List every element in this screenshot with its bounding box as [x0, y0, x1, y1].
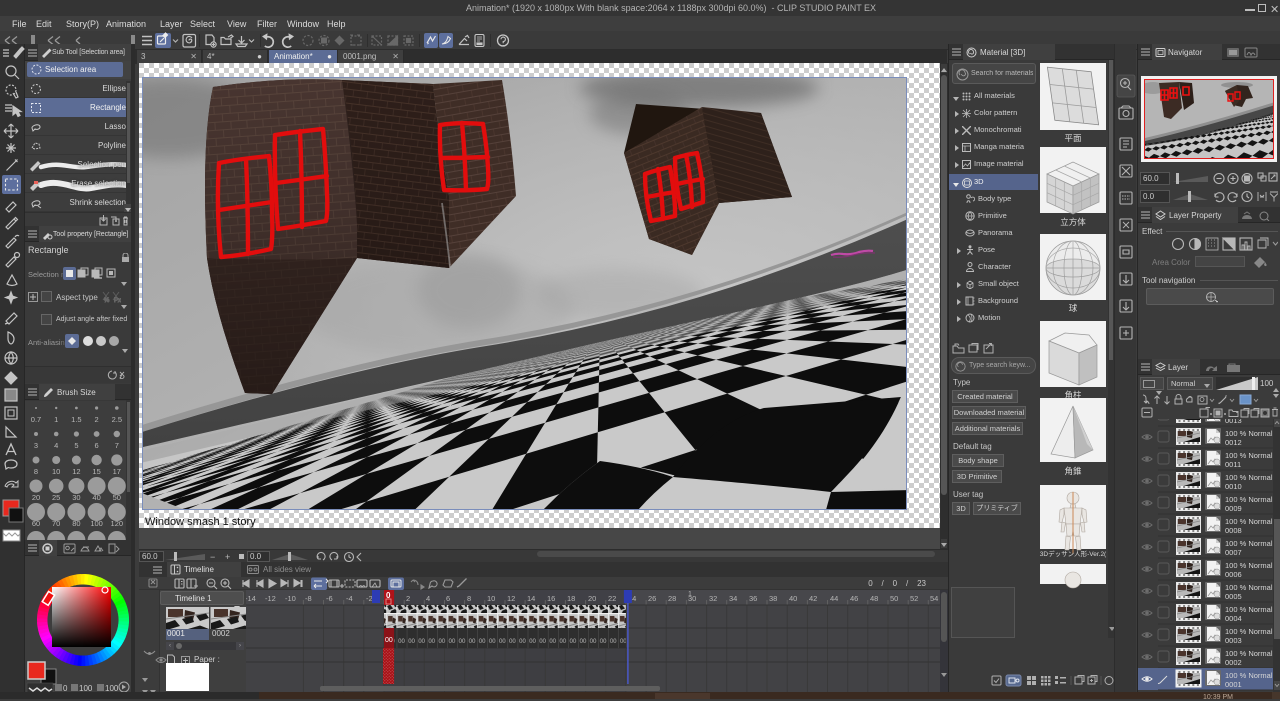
svg-text:3Dデッサン人形-Ver.2(: 3Dデッサン人形-Ver.2(: [1040, 549, 1107, 558]
svg-text:16: 16: [547, 594, 555, 603]
svg-text:0.7: 0.7: [31, 415, 41, 424]
svg-text:平面: 平面: [1064, 133, 1082, 143]
svg-text:-8: -8: [305, 594, 312, 603]
svg-text:4: 4: [54, 441, 58, 450]
svg-text:10: 10: [52, 467, 60, 476]
svg-text:34: 34: [729, 594, 737, 603]
svg-text:12: 12: [507, 594, 515, 603]
svg-text:1: 1: [54, 415, 58, 424]
svg-text:00: 00: [385, 637, 393, 644]
svg-text:0: 0: [63, 684, 68, 692]
svg-text:球: 球: [1069, 303, 1078, 313]
svg-text:6: 6: [446, 594, 450, 603]
svg-text:7: 7: [115, 441, 119, 450]
svg-text:100 % Normal: 100 % Normal: [1225, 583, 1273, 592]
svg-text:0013: 0013: [1225, 419, 1242, 425]
svg-text:0003: 0003: [1225, 636, 1242, 645]
svg-text:2.5: 2.5: [112, 415, 122, 424]
svg-text:26: 26: [648, 594, 656, 603]
svg-text:36: 36: [749, 594, 757, 603]
svg-text:100 % Normal: 100 % Normal: [1225, 495, 1273, 504]
svg-text:52: 52: [910, 594, 918, 603]
svg-text:42: 42: [809, 594, 817, 603]
svg-text:0004: 0004: [1225, 614, 1242, 623]
svg-text:1: 1: [688, 591, 692, 598]
svg-text:17: 17: [113, 467, 121, 476]
svg-text:2: 2: [406, 594, 410, 603]
svg-text:0002: 0002: [1225, 658, 1242, 667]
svg-text:角錐: 角錐: [1064, 466, 1082, 476]
svg-text:Px: Px: [114, 298, 121, 303]
svg-text:%: %: [104, 298, 110, 303]
svg-text:80: 80: [72, 519, 80, 528]
svg-text:Window smash 1 story: Window smash 1 story: [145, 516, 256, 528]
svg-text:0001: 0001: [1225, 680, 1242, 689]
svg-text:100 % Normal: 100 % Normal: [1225, 649, 1273, 658]
svg-text:18: 18: [567, 594, 575, 603]
svg-text:5: 5: [74, 441, 78, 450]
svg-text:60: 60: [32, 519, 40, 528]
svg-text:54: 54: [930, 594, 938, 603]
svg-text:2: 2: [95, 415, 99, 424]
svg-text:14: 14: [527, 594, 535, 603]
svg-text:15: 15: [92, 467, 100, 476]
svg-text:100 % Normal: 100 % Normal: [1225, 429, 1273, 438]
svg-text:12: 12: [72, 467, 80, 476]
svg-text:-10: -10: [285, 594, 296, 603]
svg-text:立方体: 立方体: [1060, 217, 1086, 227]
svg-text:0005: 0005: [1225, 592, 1242, 601]
svg-text:32: 32: [709, 594, 717, 603]
svg-text:100 % Normal: 100 % Normal: [1225, 561, 1273, 570]
svg-text:0012: 0012: [1225, 438, 1242, 447]
svg-text:20: 20: [588, 594, 596, 603]
svg-text:40: 40: [92, 493, 100, 502]
svg-text:10: 10: [487, 594, 495, 603]
svg-text:46: 46: [850, 594, 858, 603]
svg-text:40: 40: [789, 594, 797, 603]
svg-text:44: 44: [830, 594, 838, 603]
svg-text:100 % Normal: 100 % Normal: [1225, 671, 1273, 680]
svg-text:38: 38: [769, 594, 777, 603]
svg-text:1.5: 1.5: [71, 415, 81, 424]
svg-text:120: 120: [111, 519, 124, 528]
svg-text:-4: -4: [346, 594, 353, 603]
svg-text:6: 6: [95, 441, 99, 450]
svg-text:50: 50: [113, 493, 121, 502]
svg-text:48: 48: [870, 594, 878, 603]
svg-text:0006: 0006: [1225, 570, 1242, 579]
svg-text:0010: 0010: [1225, 482, 1242, 491]
svg-text:0009: 0009: [1225, 504, 1242, 513]
svg-text:8: 8: [467, 594, 471, 603]
svg-text:100 % Normal: 100 % Normal: [1225, 605, 1273, 614]
svg-text:0008: 0008: [1225, 526, 1242, 535]
svg-text:100 % Normal: 100 % Normal: [1225, 451, 1273, 460]
svg-text:100 % Normal: 100 % Normal: [1225, 539, 1273, 548]
svg-text:25: 25: [52, 493, 60, 502]
svg-text:4: 4: [426, 594, 430, 603]
svg-text:100: 100: [90, 519, 103, 528]
svg-text:100 % Normal: 100 % Normal: [1225, 627, 1273, 636]
svg-text:100 % Normal: 100 % Normal: [1225, 517, 1273, 526]
svg-text:20: 20: [32, 493, 40, 502]
svg-text:30: 30: [72, 493, 80, 502]
svg-text:70: 70: [52, 519, 60, 528]
svg-text:50: 50: [890, 594, 898, 603]
svg-text:28: 28: [668, 594, 676, 603]
svg-text:0007: 0007: [1225, 548, 1242, 557]
svg-text:0011: 0011: [1225, 460, 1241, 469]
svg-text:8: 8: [34, 467, 38, 476]
svg-text:-6: -6: [326, 594, 333, 603]
svg-text:3: 3: [34, 441, 38, 450]
svg-text:100: 100: [79, 684, 93, 692]
svg-text:100 % Normal: 100 % Normal: [1225, 473, 1273, 482]
svg-text:-14: -14: [246, 594, 256, 603]
svg-text:-12: -12: [265, 594, 276, 603]
svg-text:100: 100: [105, 684, 119, 692]
svg-text:-2: -2: [366, 594, 373, 603]
svg-text:22: 22: [608, 594, 616, 603]
